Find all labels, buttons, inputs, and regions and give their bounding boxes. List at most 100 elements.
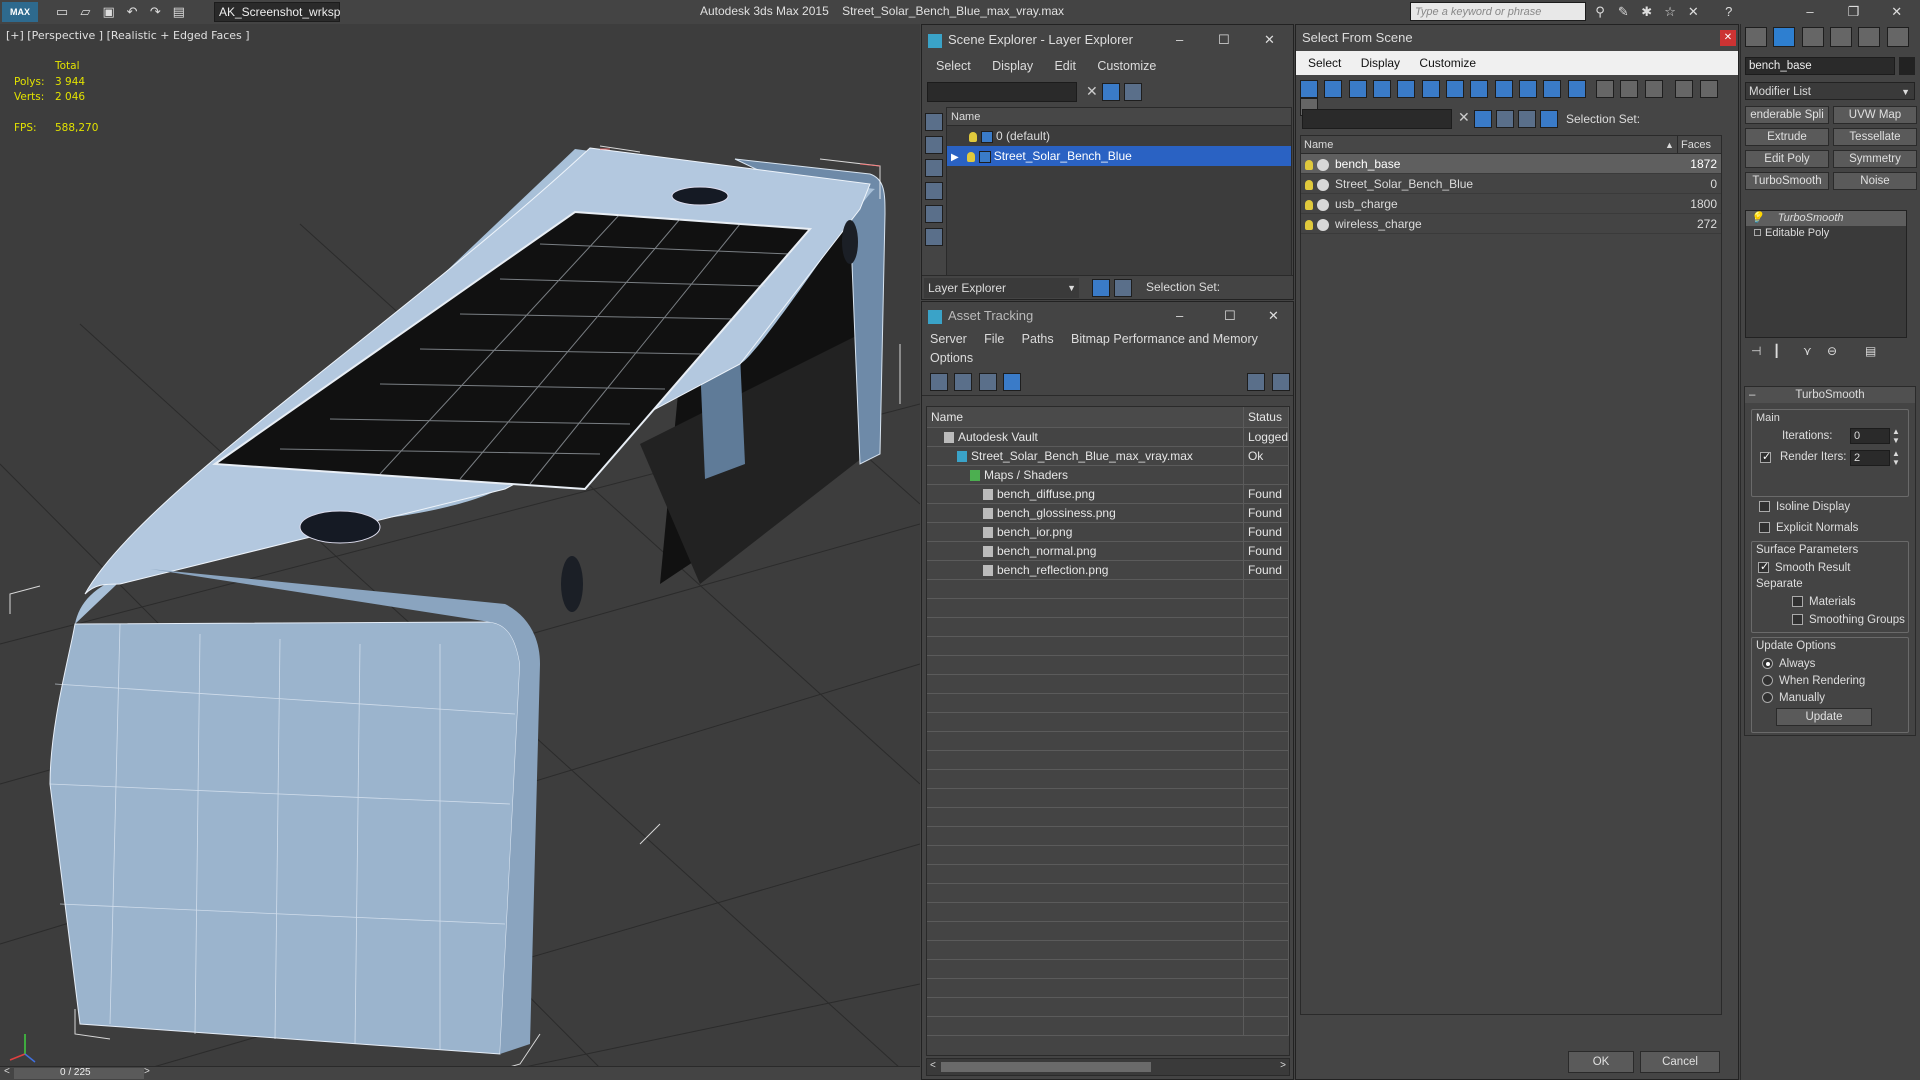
display-geometry-icon[interactable] bbox=[925, 136, 943, 154]
layer-view-icon[interactable] bbox=[1092, 279, 1110, 297]
render-iters-checkbox[interactable] bbox=[1760, 450, 1777, 464]
communication-icon[interactable]: ✱ bbox=[1637, 2, 1657, 22]
exchange-icon[interactable]: ✕ bbox=[1683, 2, 1703, 22]
asset-row[interactable]: bench_diffuse.png Found bbox=[927, 484, 1289, 504]
renderable-spline-button[interactable]: enderable Spli bbox=[1745, 106, 1829, 124]
maximize-icon[interactable]: ❐ bbox=[1833, 2, 1873, 22]
light-bulb-icon[interactable]: 💡 bbox=[1750, 212, 1764, 224]
select-none-icon[interactable] bbox=[1620, 80, 1639, 98]
cancel-button[interactable]: Cancel bbox=[1640, 1051, 1720, 1073]
light-bulb-icon[interactable] bbox=[969, 131, 977, 142]
menu-file[interactable]: File bbox=[984, 330, 1004, 349]
display-hidden-icon[interactable] bbox=[1567, 80, 1586, 98]
asset-col-name[interactable]: Name bbox=[927, 407, 1244, 428]
stack-item-editable-poly[interactable]: Editable Poly bbox=[1746, 226, 1906, 241]
list-view-icon[interactable] bbox=[954, 373, 973, 391]
layer-row-bench[interactable]: ▶ Street_Solar_Bench_Blue bbox=[947, 146, 1291, 166]
close-icon[interactable]: ✕ bbox=[1264, 25, 1275, 55]
create-tab-icon[interactable] bbox=[1745, 27, 1767, 47]
rollout-header[interactable]: – TurboSmooth bbox=[1745, 387, 1915, 403]
light-bulb-icon[interactable] bbox=[1305, 219, 1313, 230]
display-helpers-icon[interactable] bbox=[925, 228, 943, 246]
object-name-input[interactable]: bench_base bbox=[1745, 57, 1895, 75]
stack-item-turbosmooth[interactable]: 💡 TurboSmooth bbox=[1746, 211, 1906, 226]
scroll-right-icon[interactable]: > bbox=[1280, 1060, 1286, 1071]
object-color-swatch[interactable] bbox=[1899, 57, 1915, 75]
close-icon[interactable]: ✕ bbox=[1720, 30, 1736, 46]
table-view-icon[interactable] bbox=[1003, 373, 1022, 391]
asset-row[interactable]: Street_Solar_Bench_Blue_max_vray.max Ok bbox=[927, 446, 1289, 466]
pin-stack-icon[interactable]: ⊣ bbox=[1751, 344, 1761, 358]
render-iters-spinner-icon[interactable]: ▲ ▼ bbox=[1892, 449, 1900, 467]
menu-customize[interactable]: Customize bbox=[1419, 56, 1476, 70]
object-col-name[interactable]: Name bbox=[1301, 139, 1333, 151]
expand-arrow-icon[interactable]: ▶ bbox=[951, 152, 959, 163]
undo-icon[interactable]: ↶ bbox=[122, 2, 142, 22]
menu-options[interactable]: Options bbox=[930, 349, 973, 368]
display-containers-icon[interactable] bbox=[1519, 80, 1538, 98]
clear-search-icon[interactable]: ✕ bbox=[1086, 83, 1098, 100]
display-groups-icon[interactable] bbox=[1446, 80, 1465, 98]
star-icon[interactable]: ☆ bbox=[1660, 2, 1680, 22]
smoothing-groups-checkbox[interactable]: Smoothing Groups bbox=[1792, 612, 1905, 626]
display-spacewarps-icon[interactable] bbox=[1421, 80, 1440, 98]
thumbnail-view-icon[interactable] bbox=[978, 373, 997, 391]
maximize-icon[interactable]: ☐ bbox=[1218, 25, 1230, 55]
asset-horizontal-scrollbar[interactable]: < > bbox=[926, 1058, 1290, 1076]
light-bulb-icon[interactable] bbox=[966, 151, 975, 162]
symmetry-button[interactable]: Symmetry bbox=[1833, 150, 1917, 168]
viewport-label[interactable]: [+] [Perspective ] [Realistic + Edged Fa… bbox=[6, 29, 250, 42]
materials-checkbox[interactable]: Materials bbox=[1792, 594, 1856, 608]
light-bulb-icon[interactable] bbox=[1305, 179, 1313, 190]
smooth-result-checkbox[interactable]: Smooth Result bbox=[1758, 560, 1850, 574]
refresh-icon[interactable] bbox=[930, 373, 948, 391]
extrude-button[interactable]: Extrude bbox=[1745, 128, 1829, 146]
settings-icon[interactable] bbox=[1271, 373, 1290, 391]
select-all-icon[interactable] bbox=[1596, 80, 1615, 98]
menu-edit[interactable]: Edit bbox=[1054, 55, 1076, 77]
close-icon[interactable]: ✕ bbox=[1877, 2, 1917, 22]
display-cameras-icon[interactable] bbox=[925, 205, 943, 223]
project-icon[interactable]: ▤ bbox=[169, 2, 189, 22]
when-rendering-radio[interactable]: When Rendering bbox=[1762, 673, 1865, 687]
scene-explorer-search-input[interactable] bbox=[927, 82, 1077, 102]
filter-icon[interactable] bbox=[1474, 110, 1492, 128]
uvw-map-button[interactable]: UVW Map bbox=[1833, 106, 1917, 124]
clear-search-icon[interactable]: ✕ bbox=[1458, 109, 1470, 126]
asset-row[interactable]: bench_reflection.png Found bbox=[927, 560, 1289, 580]
save-icon[interactable]: ▣ bbox=[99, 2, 119, 22]
minimize-icon[interactable]: – bbox=[1176, 302, 1183, 330]
filter-icon[interactable] bbox=[1675, 80, 1694, 98]
update-button[interactable]: Update bbox=[1776, 708, 1872, 726]
close-icon[interactable]: ✕ bbox=[1268, 302, 1279, 330]
ok-button[interactable]: OK bbox=[1568, 1051, 1634, 1073]
select-invert-icon[interactable] bbox=[1644, 80, 1663, 98]
configure-sets-icon[interactable]: ▤ bbox=[1865, 344, 1876, 358]
asset-row[interactable]: bench_glossiness.png Found bbox=[927, 503, 1289, 523]
iterations-input[interactable]: 0 bbox=[1850, 428, 1890, 444]
help-icon[interactable]: ? bbox=[1719, 2, 1739, 22]
menu-display[interactable]: Display bbox=[1361, 56, 1400, 70]
layer-options-icon[interactable] bbox=[1496, 110, 1514, 128]
menu-customize[interactable]: Customize bbox=[1097, 55, 1156, 77]
display-lights-icon[interactable] bbox=[1348, 80, 1367, 98]
menu-server[interactable]: Server bbox=[930, 330, 967, 349]
display-tab-icon[interactable] bbox=[1858, 27, 1881, 47]
display-none-icon[interactable] bbox=[925, 113, 943, 131]
menu-paths[interactable]: Paths bbox=[1022, 330, 1054, 349]
remove-modifier-icon[interactable]: ⊖ bbox=[1827, 344, 1837, 358]
light-bulb-icon[interactable] bbox=[1305, 199, 1313, 210]
display-lights-icon[interactable] bbox=[925, 182, 943, 200]
time-slider[interactable]: < 0 / 225 > bbox=[0, 1066, 920, 1080]
display-shapes-icon[interactable] bbox=[925, 159, 943, 177]
binoculars-icon[interactable]: ⚲ bbox=[1590, 2, 1610, 22]
select-search-input[interactable] bbox=[1302, 109, 1452, 129]
slider-next-icon[interactable]: > bbox=[144, 1066, 150, 1077]
hierarchy-view-icon[interactable] bbox=[1540, 110, 1558, 128]
help-icon[interactable] bbox=[1247, 373, 1266, 391]
display-xrefs-icon[interactable] bbox=[1470, 80, 1489, 98]
tessellate-button[interactable]: Tessellate bbox=[1833, 128, 1917, 146]
app-logo-icon[interactable]: MAX bbox=[2, 2, 38, 22]
display-cameras-icon[interactable] bbox=[1373, 80, 1392, 98]
menu-bitmap[interactable]: Bitmap Performance and Memory bbox=[1071, 330, 1258, 349]
